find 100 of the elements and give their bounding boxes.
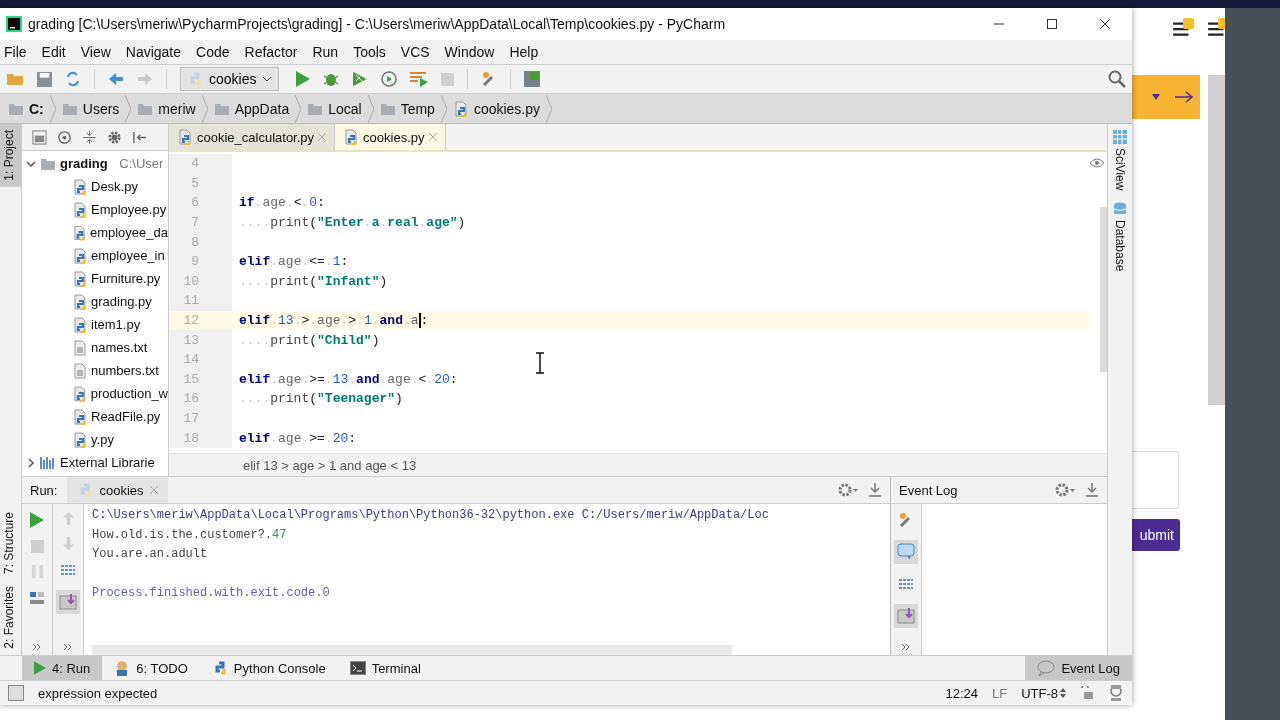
tree-item[interactable]: y.py <box>22 428 168 451</box>
database-save-icon[interactable] <box>524 71 541 87</box>
hide-panel-icon[interactable] <box>132 129 147 145</box>
line-separator[interactable]: LF <box>992 685 1008 701</box>
breadcrumb-item[interactable]: C: <box>8 100 44 117</box>
python-file-icon <box>72 201 88 218</box>
settings-icon[interactable] <box>838 482 858 498</box>
caret-icon[interactable] <box>1152 94 1160 100</box>
tree-item[interactable]: numbers.txt <box>22 359 168 382</box>
tree-item[interactable]: production_w <box>22 382 168 405</box>
double-chevron-icon[interactable] <box>32 643 42 651</box>
breadcrumb-item[interactable]: Temp <box>379 100 435 117</box>
double-chevron-icon[interactable] <box>901 643 911 651</box>
menu-item[interactable]: Navigate <box>125 44 182 60</box>
breadcrumb-item[interactable]: AppData <box>213 100 290 117</box>
settings-icon[interactable] <box>1055 482 1075 498</box>
side-tab[interactable]: 7: Structure <box>0 506 21 581</box>
tree-item[interactable]: External Librarie <box>22 451 168 474</box>
menu-item[interactable]: File <box>4 44 27 60</box>
menu-item[interactable]: Tools <box>353 44 386 60</box>
submit-button[interactable]: ubmit <box>1132 519 1180 551</box>
cursor-position[interactable]: 12:24 <box>945 685 978 701</box>
breadcrumb-item[interactable]: Users <box>61 100 120 117</box>
run-icon[interactable] <box>296 71 311 87</box>
breadcrumb-item[interactable]: meriw <box>137 100 196 117</box>
run-icon[interactable] <box>30 512 44 528</box>
search-icon[interactable] <box>1108 70 1126 88</box>
menu-item[interactable]: Run <box>312 44 339 60</box>
layout-icon[interactable] <box>32 129 47 145</box>
code-breadcrumb[interactable]: elif 13 > age > 1 and age < 13 <box>243 457 417 473</box>
tree-item[interactable]: ReadFile.py <box>22 405 168 428</box>
layout-icon[interactable] <box>29 590 45 606</box>
tree-item[interactable]: employee_da <box>22 221 168 244</box>
menu-item[interactable]: Help <box>509 44 539 60</box>
coverage-icon[interactable] <box>352 71 369 87</box>
inspector-icon[interactable] <box>1108 684 1124 702</box>
settings-icon[interactable] <box>107 129 122 145</box>
menu-item[interactable]: Refactor <box>244 44 298 60</box>
tree-item[interactable]: Desk.py <box>22 175 168 198</box>
download-icon[interactable] <box>1085 482 1099 498</box>
menu-item[interactable]: View <box>80 44 111 60</box>
line-number: 12 <box>182 313 200 329</box>
code-line: ....print("Child") <box>239 332 380 348</box>
tool-window-tab[interactable]: 6: TODO <box>102 656 200 680</box>
sync-icon[interactable] <box>65 71 81 87</box>
toggle-panels-icon[interactable] <box>8 685 24 701</box>
speech-bubble-icon[interactable] <box>894 540 918 564</box>
menu-item[interactable]: VCS <box>400 44 430 60</box>
collapse-icon[interactable] <box>82 129 97 145</box>
run-list-icon[interactable] <box>410 71 429 87</box>
eye-icon[interactable] <box>1089 158 1105 168</box>
menu-item[interactable]: Code <box>196 44 230 60</box>
scroll-to-end-icon[interactable] <box>894 604 918 628</box>
menu-item[interactable]: Edit <box>41 44 66 60</box>
menu-icon[interactable] <box>1172 18 1194 38</box>
panel-title: Event Log <box>899 482 958 498</box>
python-file-icon <box>72 247 88 264</box>
breadcrumb-item[interactable]: Local <box>307 100 362 117</box>
tree-item[interactable]: item1.py <box>22 313 168 336</box>
menu-item[interactable]: Window <box>444 44 495 60</box>
tool-window-tab[interactable]: Terminal <box>337 656 433 680</box>
tree-item[interactable]: names.txt <box>22 336 168 359</box>
side-tab[interactable]: 2: Favorites <box>0 580 21 655</box>
run-config-dropdown[interactable]: cookies <box>180 67 280 91</box>
scrollbar[interactable] <box>92 645 732 655</box>
tree-item[interactable]: grading.py <box>22 290 168 313</box>
chevron-icon <box>367 94 374 123</box>
breadcrumb-item[interactable]: cookies.py <box>452 100 541 117</box>
tree-item[interactable]: grading C:\User <box>22 152 168 175</box>
folder-icon[interactable] <box>6 72 24 86</box>
lock-icon[interactable] <box>1080 686 1094 700</box>
soft-wrap-icon[interactable] <box>898 576 914 592</box>
library-icon <box>40 455 56 470</box>
download-icon[interactable] <box>868 482 882 498</box>
side-tab[interactable]: Database <box>1113 196 1127 278</box>
scroll-to-end-icon[interactable] <box>56 590 80 614</box>
encoding-selector[interactable]: UTF-8 <box>1021 685 1066 701</box>
soft-wrap-icon[interactable] <box>60 562 76 578</box>
maximize-icon[interactable] <box>1047 19 1057 29</box>
tree-item[interactable]: employee_in <box>22 244 168 267</box>
close-icon[interactable] <box>1100 19 1110 29</box>
arrow-right-icon[interactable] <box>1174 91 1194 103</box>
side-tab[interactable]: SciView <box>1113 124 1127 197</box>
editor-tab[interactable]: cookies.py <box>335 124 446 150</box>
scrollbar[interactable] <box>1100 207 1107 372</box>
tree-item[interactable]: Furniture.py <box>22 267 168 290</box>
side-tab[interactable]: 1: Project <box>0 124 21 187</box>
editor-tab[interactable]: cookie_calculator.py <box>169 124 336 150</box>
back-arrow-icon[interactable] <box>108 72 124 86</box>
tool-window-tab[interactable]: Event Log <box>1025 656 1132 680</box>
scrollbar[interactable] <box>1208 75 1225 405</box>
tree-item[interactable]: Employee.py <box>22 198 168 221</box>
target-icon[interactable] <box>57 129 72 145</box>
bug-icon[interactable] <box>323 71 340 87</box>
run-tab[interactable]: cookies <box>67 477 168 503</box>
save-icon[interactable] <box>37 71 52 87</box>
tool-window-tab[interactable]: Python Console <box>199 656 338 680</box>
tool-window-tab[interactable]: 4: Run <box>22 656 103 680</box>
profiler-icon[interactable] <box>381 71 398 87</box>
double-chevron-icon[interactable] <box>63 643 73 651</box>
